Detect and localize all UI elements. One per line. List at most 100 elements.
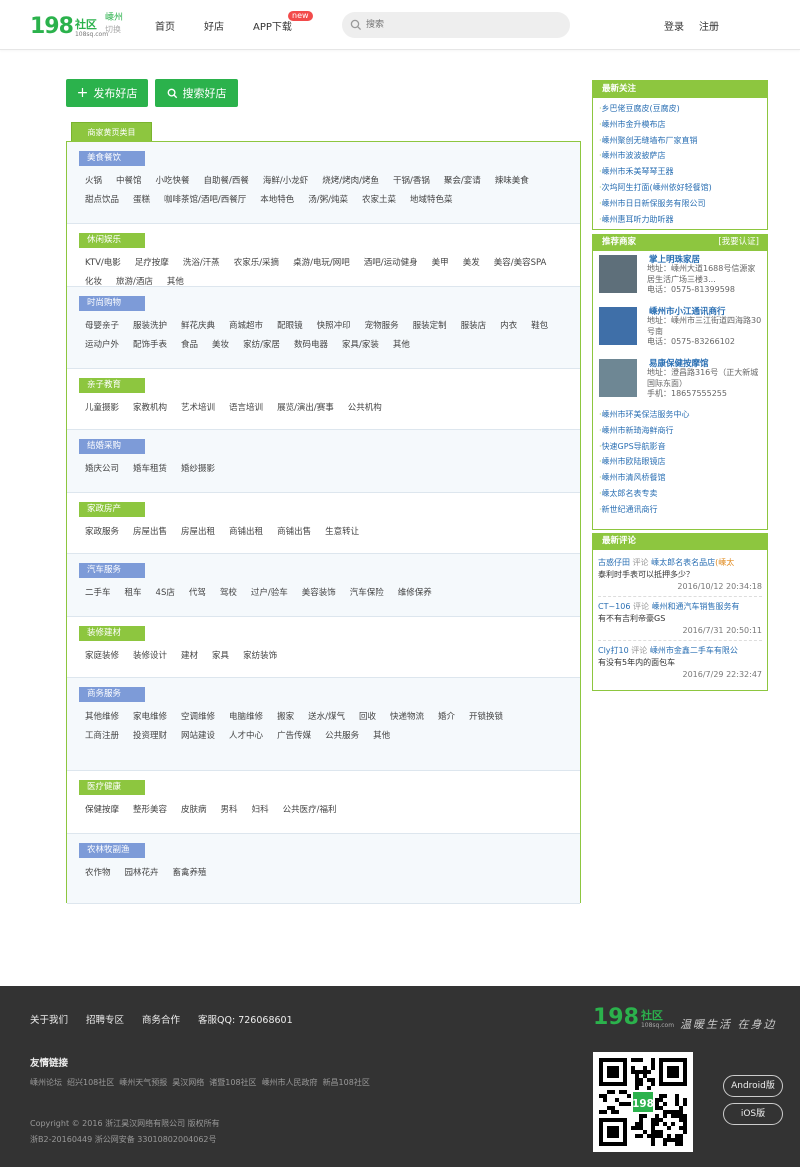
category-heading[interactable]: 时尚购物: [79, 296, 145, 311]
category-tag-link[interactable]: 小吃快餐: [156, 172, 190, 191]
recommended-shop[interactable]: 易康保健按摩馆 地址：澄昌路316号（正大新城国际东面） 手机：1865755525…: [593, 355, 767, 407]
category-tag-link[interactable]: 工商注册: [85, 727, 119, 746]
ios-download-button[interactable]: iOS版: [723, 1103, 783, 1125]
category-heading[interactable]: 商务服务: [79, 687, 145, 702]
category-tag-link[interactable]: 家政服务: [85, 523, 119, 542]
category-tag-link[interactable]: 本地特色: [260, 191, 294, 210]
recommend-item-link[interactable]: ·嵊州市环美保洁服务中心: [599, 407, 761, 423]
category-heading[interactable]: 装修建材: [79, 626, 145, 641]
category-tag-link[interactable]: 整形美容: [133, 801, 167, 820]
category-tag-link[interactable]: 家纺装饰: [243, 647, 277, 666]
category-tag-link[interactable]: 配饰手表: [133, 336, 167, 355]
category-tag-link[interactable]: 过户/验车: [251, 584, 288, 603]
category-tag-link[interactable]: 洗浴/汗蒸: [183, 254, 220, 273]
category-tag-link[interactable]: 美容装饰: [302, 584, 336, 603]
category-heading[interactable]: 休闲娱乐: [79, 233, 145, 248]
verify-link[interactable]: [我要认证]: [718, 234, 759, 251]
category-tag-link[interactable]: 展览/演出/赛事: [277, 399, 334, 418]
category-tag-link[interactable]: 桌游/电玩/网吧: [293, 254, 350, 273]
friend-link[interactable]: 嵊州市人民政府: [262, 1077, 318, 1088]
follow-item-link[interactable]: ·嵊州市日日新保服务有限公司: [599, 196, 761, 212]
category-tag-link[interactable]: 服装定制: [413, 317, 447, 336]
category-tag-link[interactable]: 投资理财: [133, 727, 167, 746]
category-tag-link[interactable]: 公共机构: [348, 399, 382, 418]
category-tag-link[interactable]: 搬家: [277, 708, 294, 727]
category-tag-link[interactable]: 汤/粥/炖菜: [308, 191, 348, 210]
follow-item-link[interactable]: ·次坞阿生打面(嵊州依好轻餐馆): [599, 180, 761, 196]
category-tag-link[interactable]: 足疗按摩: [135, 254, 169, 273]
category-tag-link[interactable]: 开锁换锁: [469, 708, 503, 727]
category-tag-link[interactable]: 保健按摩: [85, 801, 119, 820]
recommended-shop[interactable]: 掌上明珠家居 地址：嵊州大道1688号信源家居生活广场三楼3... 电话：0575-…: [593, 251, 767, 303]
category-tag-link[interactable]: 家具: [212, 647, 229, 666]
search-input[interactable]: [366, 12, 562, 38]
category-tag-link[interactable]: 婚车租赁: [133, 460, 167, 479]
recommend-item-link[interactable]: ·嵊州市欧陆眼镜店: [599, 454, 761, 470]
follow-item-link[interactable]: ·乡巴佬豆腐皮(豆腐皮): [599, 101, 761, 117]
category-tag-link[interactable]: 美容/美容SPA: [494, 254, 547, 273]
category-tag-link[interactable]: 海鲜/小龙虾: [263, 172, 308, 191]
nav-app-download[interactable]: APP下载: [253, 18, 292, 33]
category-tag-link[interactable]: 美发: [463, 254, 480, 273]
recommend-item-link[interactable]: ·嵊州市清风桥餐馆: [599, 470, 761, 486]
category-tag-link[interactable]: 数码电器: [294, 336, 328, 355]
category-tag-link[interactable]: 家教机构: [133, 399, 167, 418]
category-tag-link[interactable]: 汽车保险: [350, 584, 384, 603]
category-tag-link[interactable]: 驾校: [220, 584, 237, 603]
category-tag-link[interactable]: 皮肤病: [181, 801, 207, 820]
recommend-item-link[interactable]: ·嵊州市新琦海鲜商行: [599, 423, 761, 439]
footer-link[interactable]: 关于我们: [30, 1012, 68, 1026]
category-tag-link[interactable]: 干锅/香锅: [393, 172, 430, 191]
category-heading[interactable]: 汽车服务: [79, 563, 145, 578]
register-link[interactable]: 注册: [699, 18, 719, 33]
category-tag-link[interactable]: 地域特色菜: [410, 191, 453, 210]
category-tag-link[interactable]: 食品: [181, 336, 198, 355]
category-tag-link[interactable]: KTV/电影: [85, 254, 121, 273]
category-tag-link[interactable]: 农作物: [85, 864, 111, 883]
comment-user[interactable]: 古惑仔田: [598, 558, 630, 567]
follow-item-link[interactable]: ·嵊州惠耳听力助听器: [599, 212, 761, 228]
comment-target[interactable]: 嵊州市金鑫二手车有限公: [650, 646, 738, 655]
category-tag-link[interactable]: 代驾: [189, 584, 206, 603]
category-tag-link[interactable]: 租车: [125, 584, 142, 603]
category-tag-link[interactable]: 快递物流: [390, 708, 424, 727]
android-download-button[interactable]: Android版: [723, 1075, 783, 1097]
category-tag-link[interactable]: 电脑维修: [229, 708, 263, 727]
category-tag-link[interactable]: 商城超市: [229, 317, 263, 336]
category-tag-link[interactable]: 蛋糕: [133, 191, 150, 210]
category-tag-link[interactable]: 婚庆公司: [85, 460, 119, 479]
category-tag-link[interactable]: 维修保养: [398, 584, 432, 603]
category-heading[interactable]: 美食餐饮: [79, 151, 145, 166]
publish-shop-button[interactable]: + 发布好店: [66, 79, 148, 107]
category-tag-link[interactable]: 烧烤/烤肉/烤鱼: [322, 172, 379, 191]
category-tag-link[interactable]: 妇科: [252, 801, 269, 820]
category-tag-link[interactable]: 家电维修: [133, 708, 167, 727]
category-tag-link[interactable]: 公共医疗/福利: [283, 801, 337, 820]
category-tag-link[interactable]: 其他: [373, 727, 390, 746]
category-tag-link[interactable]: 人才中心: [229, 727, 263, 746]
category-tag-link[interactable]: 商铺出租: [229, 523, 263, 542]
category-tag-link[interactable]: 服装洗护: [133, 317, 167, 336]
category-tag-link[interactable]: 其他维修: [85, 708, 119, 727]
category-tag-link[interactable]: 酒吧/运动健身: [364, 254, 418, 273]
category-heading[interactable]: 农林牧副渔: [79, 843, 145, 858]
comment-user[interactable]: Cly打10: [598, 646, 629, 655]
category-tag-link[interactable]: 鲜花庆典: [181, 317, 215, 336]
friend-link[interactable]: 嵊州论坛: [30, 1077, 62, 1088]
category-tag-link[interactable]: 农家土菜: [362, 191, 396, 210]
follow-item-link[interactable]: ·嵊州市金升模布店: [599, 117, 761, 133]
category-tag-link[interactable]: 儿童摄影: [85, 399, 119, 418]
category-tag-link[interactable]: 送水/煤气: [308, 708, 345, 727]
category-tag-link[interactable]: 自助餐/西餐: [204, 172, 249, 191]
category-tag-link[interactable]: 火锅: [85, 172, 102, 191]
search-box[interactable]: [342, 12, 570, 38]
comment-target[interactable]: 嵊太郎名表名品店: [651, 558, 715, 567]
category-tag-link[interactable]: 婚纱摄影: [181, 460, 215, 479]
category-tag-link[interactable]: 聚会/宴请: [444, 172, 481, 191]
category-tag-link[interactable]: 语言培训: [229, 399, 263, 418]
category-tag-link[interactable]: 中餐馆: [116, 172, 142, 191]
category-tag-link[interactable]: 畜禽养殖: [173, 864, 207, 883]
comment-user[interactable]: CT~106: [598, 602, 630, 611]
category-tag-link[interactable]: 园林花卉: [125, 864, 159, 883]
friend-link[interactable]: 昊汉网络: [172, 1077, 204, 1088]
